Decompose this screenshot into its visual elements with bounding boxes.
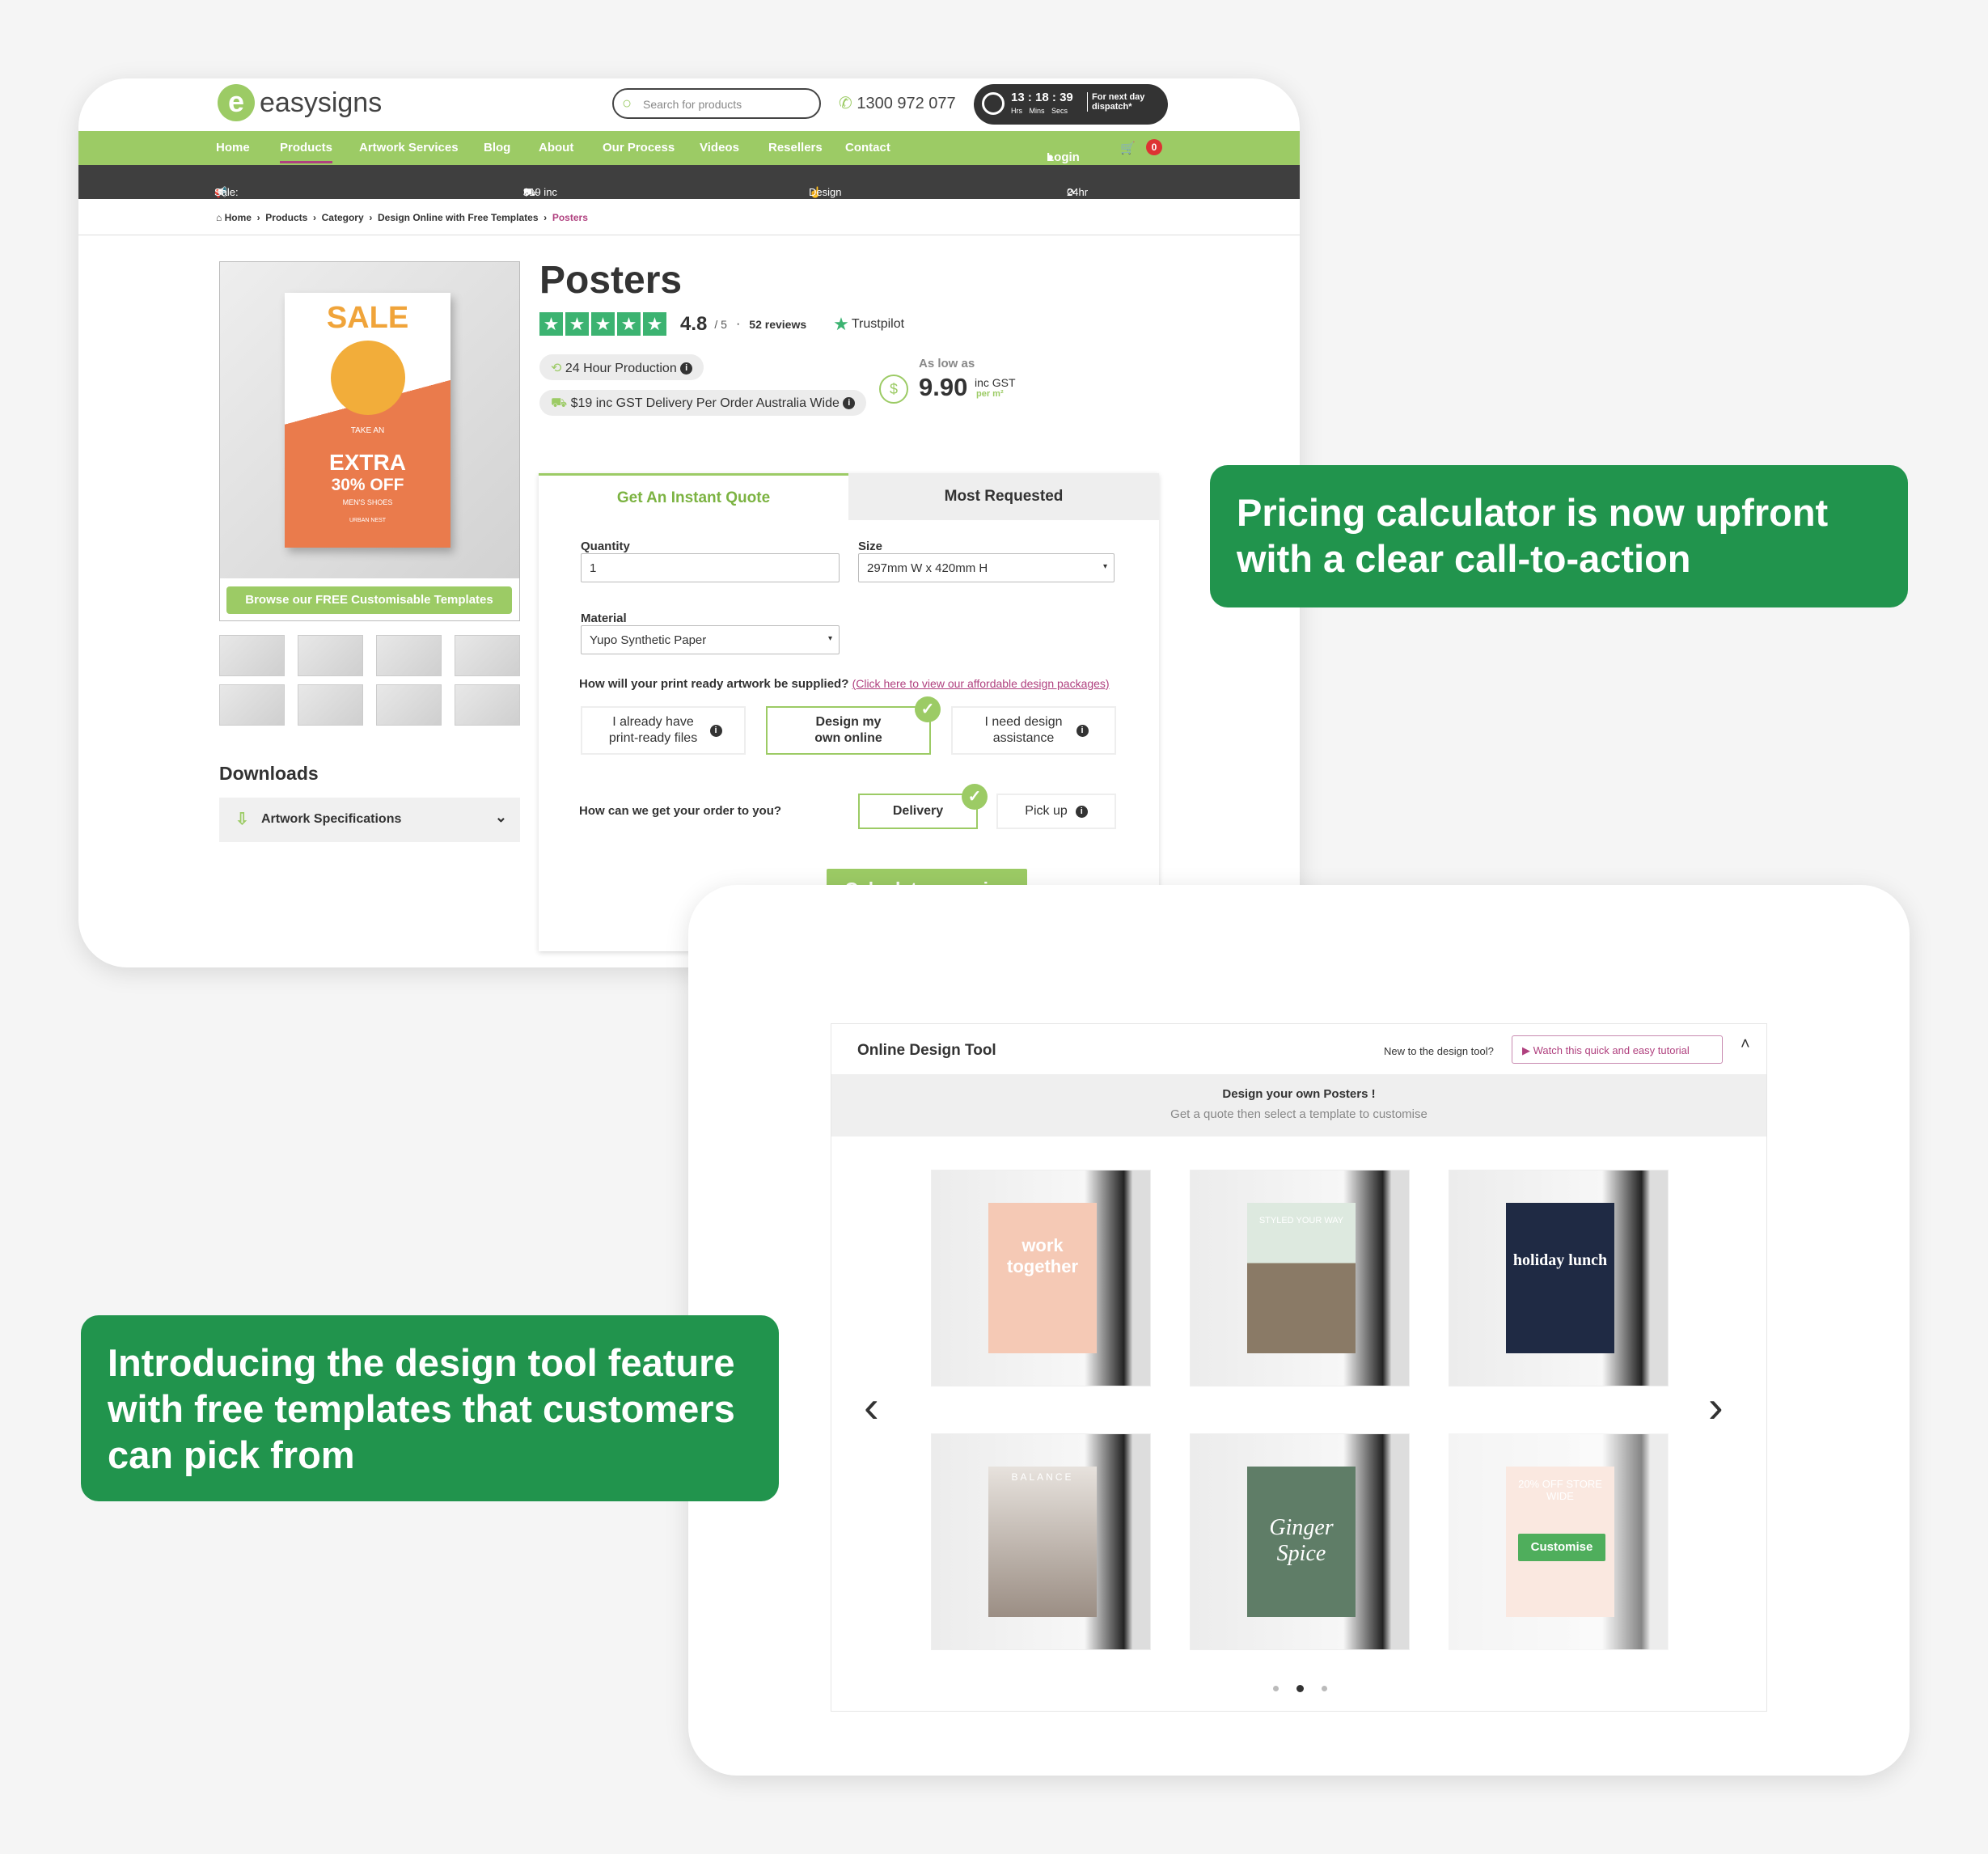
trustpilot-star-icon: ★ [833, 313, 849, 334]
thumbnail[interactable] [219, 635, 285, 676]
shoe-image [330, 341, 405, 415]
download-icon: ⇩ [235, 811, 249, 828]
nav-home[interactable]: Home [216, 141, 250, 154]
delivery-badge: ⛟ $19 inc GST Delivery Per Order Austral… [539, 390, 867, 416]
nav-resellers[interactable]: Resellers [768, 141, 823, 154]
truck-icon: ⛟ [551, 396, 568, 410]
design-tool-panel: Online Design Tool New to the design too… [831, 1023, 1767, 1712]
option-delivery[interactable]: Delivery ✓ [858, 784, 988, 829]
chevron-up-icon[interactable]: ˄ [1741, 1035, 1750, 1054]
info-icon: i [1076, 724, 1089, 737]
artwork-specifications-accordion[interactable]: ⇩ Artwork Specifications ⌄ [219, 798, 520, 842]
delivery-question: How can we get your order to you? [579, 804, 782, 818]
clock-icon [982, 92, 1005, 115]
info-icon: i [709, 724, 722, 737]
browse-templates-button[interactable]: Browse our FREE Customisable Templates [226, 586, 512, 614]
dollar-icon: $ [879, 375, 908, 404]
search-input[interactable]: ○ Search for products [612, 88, 821, 119]
star-icon: ★ [617, 312, 641, 336]
chevron-down-icon: ⌄ [494, 809, 507, 825]
dropdown-arrow-icon: ▾ [1102, 562, 1107, 571]
design-packages-link[interactable]: (Click here to view our affordable desig… [852, 677, 1110, 690]
carousel-next-arrow[interactable]: › [1708, 1380, 1724, 1433]
info-icon: i [1075, 805, 1088, 818]
thumbnail[interactable] [219, 684, 285, 726]
thumbnail[interactable] [298, 635, 363, 676]
thumbnail[interactable] [376, 635, 442, 676]
star-icon: ★ [565, 312, 589, 336]
downloads-heading: Downloads [219, 763, 319, 784]
promo-bar: 📢 Sale: 20% off Custom Printed Mailer Bo… [78, 165, 1300, 259]
option-pickup[interactable]: Pick up i [996, 794, 1116, 829]
carousel-dot[interactable] [1273, 1686, 1279, 1691]
nav-products[interactable]: Products [280, 141, 333, 163]
search-icon: ○ [622, 95, 632, 112]
nav-about[interactable]: About [539, 141, 573, 154]
logo-icon: e [218, 84, 255, 121]
star-icon: ★ [591, 312, 615, 336]
star-icon: ★ [643, 312, 666, 336]
callout-pricing: Pricing calculator is now upfront with a… [1210, 465, 1908, 607]
carousel-dot-active[interactable] [1296, 1685, 1304, 1692]
play-icon: ▶ [1522, 1044, 1530, 1056]
product-image[interactable]: SALE TAKE AN EXTRA 30% OFF MEN'S SHOES U… [219, 261, 520, 621]
rating[interactable]: ★ ★ ★ ★ ★ 4.8 / 5 · 52 reviews ★ Trustpilot [539, 312, 904, 336]
tab-most-requested[interactable]: Most Requested [848, 473, 1159, 520]
nav-videos[interactable]: Videos [700, 141, 739, 154]
thumbnail[interactable] [455, 684, 520, 726]
product-page-card: e easysigns ○ Search for products ✆ 1300… [78, 78, 1300, 967]
main-nav: Home Products Artwork Services Blog Abou… [78, 131, 1300, 165]
phone-number[interactable]: ✆ 1300 972 077 [839, 93, 956, 113]
home-icon: ⌂ [216, 212, 225, 223]
phone-icon: ✆ [839, 95, 857, 112]
carousel-prev-arrow[interactable]: ‹ [864, 1380, 879, 1433]
dropdown-arrow-icon: ▾ [827, 634, 832, 643]
callout-design-tool: Introducing the design tool feature with… [81, 1315, 779, 1501]
info-icon[interactable]: i [843, 397, 856, 410]
page-title: Posters [539, 259, 683, 302]
thumbnail[interactable] [455, 635, 520, 676]
star-icon: ★ [539, 312, 563, 336]
price: 9.90 [919, 373, 968, 401]
template-card[interactable]: Ginger Spice [1190, 1433, 1410, 1650]
thumbnail[interactable] [298, 684, 363, 726]
cart-count-badge: 0 [1146, 139, 1162, 155]
thumbnail[interactable] [376, 684, 442, 726]
template-card[interactable]: holiday lunch [1449, 1170, 1669, 1386]
option-design-assistance[interactable]: I need design assistance i [951, 706, 1116, 755]
template-card[interactable]: BALANCE [931, 1433, 1151, 1650]
cart-icon[interactable]: 🛒 [1120, 141, 1136, 155]
nav-artwork-services[interactable]: Artwork Services [359, 141, 459, 154]
breadcrumb: ⌂ Home › Products › Category › Design On… [216, 212, 588, 223]
tab-instant-quote[interactable]: Get An Instant Quote [539, 473, 848, 520]
option-design-online[interactable]: Design my own online ✓ [766, 696, 941, 755]
option-print-ready[interactable]: I already have print-ready files i [581, 706, 746, 755]
customise-button[interactable]: Customise [1518, 1534, 1605, 1561]
design-tool-title: Online Design Tool [857, 1042, 996, 1059]
check-icon: ✓ [962, 784, 988, 810]
check-icon: ✓ [915, 696, 941, 722]
template-card[interactable]: STYLED YOUR WAY [1190, 1170, 1410, 1386]
template-card[interactable]: work together [931, 1170, 1151, 1386]
quantity-input[interactable]: 1 [581, 553, 840, 582]
size-select[interactable]: 297mm W x 420mm H ▾ [858, 553, 1115, 582]
material-select[interactable]: Yupo Synthetic Paper ▾ [581, 625, 840, 654]
info-icon[interactable]: i [680, 362, 693, 375]
quote-panel: Get An Instant Quote Most Requested Quan… [539, 473, 1159, 951]
watch-tutorial-button[interactable]: ▶ Watch this quick and easy tutorial [1512, 1035, 1723, 1064]
poster-preview: SALE TAKE AN EXTRA 30% OFF MEN'S SHOES U… [285, 293, 450, 548]
nav-contact[interactable]: Contact [845, 141, 890, 154]
thumbnail-grid [219, 635, 520, 726]
production-badge: ⟲ 24 Hour Production i [539, 354, 704, 380]
nav-blog[interactable]: Blog [484, 141, 510, 154]
dispatch-timer: 13 : 18 : 39 Hrs Mins Secs For next day … [974, 84, 1168, 125]
carousel-dot[interactable] [1322, 1686, 1327, 1691]
logo[interactable]: e easysigns [218, 84, 382, 121]
nav-our-process[interactable]: Our Process [603, 141, 675, 154]
design-tool-card: Online Design Tool New to the design too… [688, 885, 1910, 1776]
history-icon: ⟲ [551, 362, 562, 375]
